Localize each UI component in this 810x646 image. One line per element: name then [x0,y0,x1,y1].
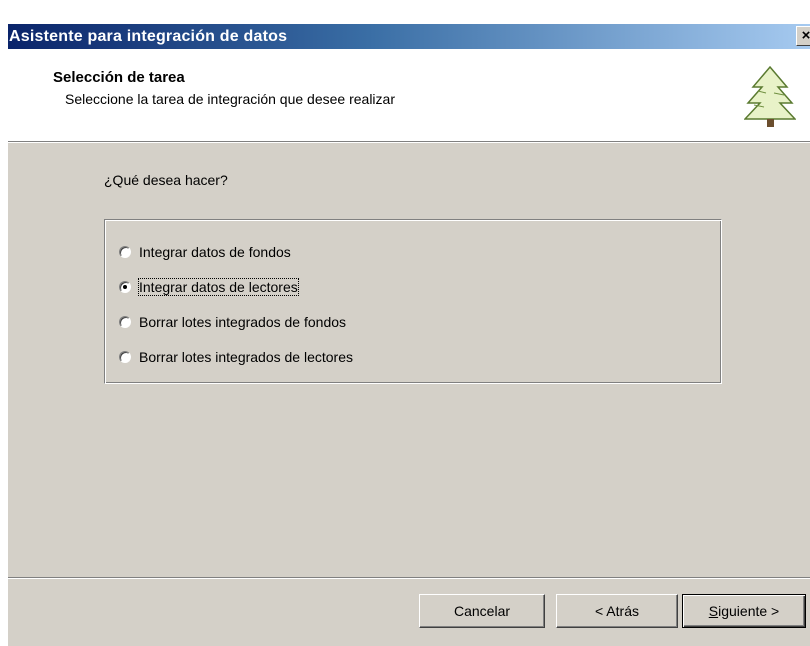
radio-button-icon[interactable] [119,246,131,258]
title-bar[interactable]: Asistente para integración de datos × [8,24,810,49]
option-label: Borrar lotes integrados de lectores [139,349,353,365]
option-label: Integrar datos de lectores [138,278,299,296]
footer-separator [8,577,810,579]
tree-icon [744,65,796,127]
question-label: ¿Qué desea hacer? [104,172,228,188]
radio-integrar-fondos[interactable]: Integrar datos de fondos [119,242,291,262]
radio-button-icon[interactable] [119,351,131,363]
option-label: Borrar lotes integrados de fondos [139,314,347,330]
option-label: Integrar datos de fondos [139,244,291,260]
next-button[interactable]: Siguiente > [682,594,806,628]
window-title: Asistente para integración de datos [9,28,288,45]
page-subtitle: Seleccione la tarea de integración que d… [65,91,395,107]
radio-borrar-lectores[interactable]: Borrar lotes integrados de lectores [119,347,353,367]
wizard-window: Asistente para integración de datos × Se… [8,24,810,646]
wizard-header: Selección de tarea Seleccione la tarea d… [8,49,810,141]
task-options-group: Integrar datos de fondos Integrar datos … [104,219,722,384]
close-icon: × [801,27,810,44]
radio-integrar-lectores[interactable]: Integrar datos de lectores [119,277,299,297]
close-button[interactable]: × [796,26,810,46]
radio-button-icon[interactable] [119,316,131,328]
page-title: Selección de tarea [53,69,185,86]
next-label: iguiente > [718,603,780,619]
cancel-button[interactable]: Cancelar [419,594,545,628]
back-button[interactable]: < Atrás [556,594,678,628]
next-mnemonic: S [708,603,719,619]
radio-borrar-fondos[interactable]: Borrar lotes integrados de fondos [119,312,346,332]
radio-button-selected-icon[interactable] [119,281,131,293]
header-separator [8,141,810,143]
